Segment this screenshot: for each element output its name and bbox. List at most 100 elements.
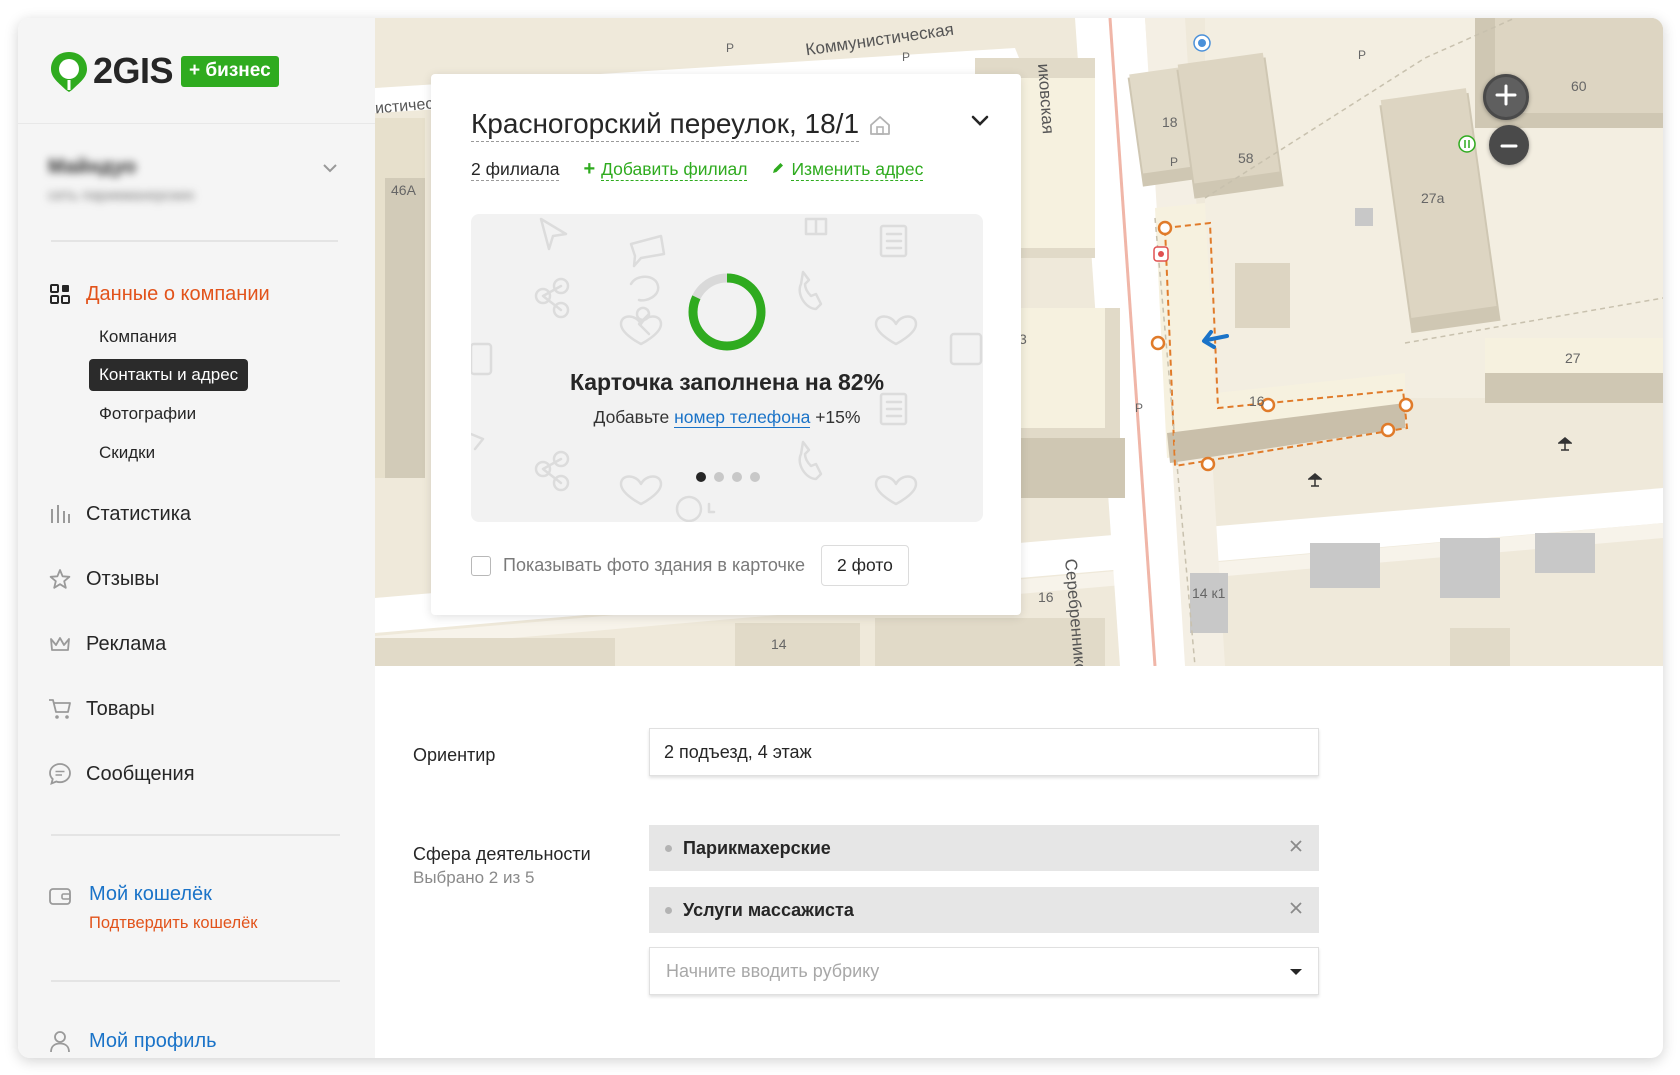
add-phone-link[interactable]: номер телефона — [674, 407, 811, 428]
confirm-wallet-link[interactable]: Подтвердить кошелёк — [89, 914, 257, 933]
account-name: Майндуо — [48, 156, 137, 178]
parking-label: P — [1135, 401, 1144, 415]
user-icon — [48, 1030, 72, 1054]
logo-text: 2GIS — [93, 50, 174, 91]
photos-button[interactable]: 2 фото — [821, 545, 909, 586]
profile-icon-wrap — [48, 1030, 72, 1054]
carousel-dot[interactable] — [732, 472, 742, 482]
chat-bubble-icon — [48, 762, 72, 786]
cart-icon — [48, 697, 72, 721]
nav-messages[interactable]: Сообщения — [48, 762, 195, 786]
playground-icon — [1556, 437, 1574, 456]
house-number: 14 к1 — [1192, 585, 1226, 601]
activity-label: Сфера деятельности — [413, 844, 591, 864]
sub-item-discounts[interactable]: Скидки — [89, 437, 165, 469]
chevron-down-icon[interactable] — [322, 160, 338, 178]
branches-link[interactable]: 2 филиала — [471, 159, 560, 181]
close-icon[interactable] — [1289, 837, 1303, 858]
divider — [51, 980, 340, 982]
address-title: Красногорский переулок, 18/1 — [471, 108, 860, 142]
building-icon — [869, 115, 891, 135]
map[interactable]: Коммунистическая Серебренниковская иковс… — [375, 18, 1663, 666]
my-wallet-link[interactable]: Мой кошелёк — [89, 883, 212, 906]
house-number: 27 — [1565, 350, 1581, 366]
plus-icon — [1495, 84, 1517, 111]
sub-item-photos[interactable]: Фотографии — [89, 398, 206, 430]
activity-chip: Парикмахерские — [649, 825, 1319, 871]
business-badge: + бизнес — [181, 55, 279, 87]
nav-products[interactable]: Товары — [48, 697, 155, 721]
house-number: 16 — [1249, 393, 1265, 409]
completion-title: Карточка заполнена на 82% — [569, 369, 885, 395]
show-building-photo-label[interactable]: Показывать фото здания в карточке — [503, 555, 805, 576]
nav-statistics[interactable]: Статистика — [48, 502, 191, 526]
logo[interactable]: 2GIS + бизнес — [49, 50, 279, 92]
nav-products-label: Товары — [86, 697, 155, 720]
house-number: 18 — [1162, 114, 1178, 130]
house-number: 46А — [391, 182, 416, 198]
house-number: 58 — [1238, 150, 1254, 166]
landmark-label: Ориентир — [413, 745, 496, 765]
house-number: 14 — [771, 636, 787, 652]
nav-reviews[interactable]: Отзывы — [48, 567, 159, 591]
nav-advertising[interactable]: Реклама — [48, 632, 166, 656]
show-building-photo-checkbox[interactable] — [471, 555, 491, 576]
sub-item-contacts[interactable]: Контакты и адрес — [89, 359, 249, 391]
account-subtitle: сеть парикмахерских — [48, 187, 195, 204]
nav-statistics-label: Статистика — [86, 502, 192, 525]
poi-icon[interactable] — [1193, 34, 1211, 57]
address-card: Красногорский переулок, 18/1 2 филиала +… — [431, 74, 1021, 615]
nav-company-data[interactable]: Данные о компании — [48, 282, 270, 306]
carousel-dot[interactable] — [750, 472, 760, 482]
change-address-link[interactable]: Изменить адрес — [791, 159, 924, 181]
carousel-dot[interactable] — [714, 472, 724, 482]
caret-down-icon — [1290, 969, 1302, 975]
activity-chip-label: Услуги массажиста — [683, 899, 854, 920]
house-number: 27а — [1421, 190, 1445, 206]
parking-label: P — [902, 50, 911, 64]
completion-ring — [688, 273, 766, 351]
card-links: 2 филиала + Добавить филиал Изменить адр… — [471, 158, 924, 181]
bullet-icon — [665, 906, 672, 914]
restaurant-poi-icon[interactable] — [1458, 135, 1476, 158]
sub-item-company[interactable]: Компания — [89, 321, 187, 353]
nav-advertising-label: Реклама — [86, 632, 167, 655]
nav-reviews-label: Отзывы — [86, 567, 160, 590]
carousel-dots — [696, 472, 760, 482]
poi-icon[interactable] — [1153, 246, 1169, 267]
app-window: 2GIS + бизнес Майндуо сеть парикмахерски… — [18, 18, 1663, 1058]
close-icon[interactable] — [1289, 899, 1303, 920]
divider — [51, 240, 338, 242]
zoom-in-button[interactable] — [1483, 74, 1529, 120]
account-switcher[interactable]: Майндуо сеть парикмахерских — [48, 156, 338, 204]
landmark-input[interactable]: 2 подъезд, 4 этаж — [649, 728, 1319, 776]
crown-icon — [48, 632, 72, 656]
my-profile-link[interactable]: Мой профиль — [89, 1030, 217, 1053]
zoom-out-button[interactable] — [1489, 125, 1529, 165]
playground-icon — [1306, 473, 1324, 492]
carousel-dot[interactable] — [696, 472, 706, 482]
pencil-icon — [771, 159, 785, 180]
hint-suffix: +15% — [810, 407, 861, 427]
rubric-select[interactable]: Начните вводить рубрику — [649, 947, 1319, 995]
parking-label: P — [1358, 48, 1367, 62]
nav-company-data-label: Данные о компании — [86, 282, 270, 305]
rubric-placeholder: Начните вводить рубрику — [666, 961, 880, 981]
chevron-down-icon[interactable] — [971, 114, 989, 132]
parking-label: P — [1170, 155, 1179, 169]
wallet-icon — [48, 884, 72, 908]
minus-icon — [1500, 136, 1518, 154]
sidebar: 2GIS + бизнес Майндуо сеть парикмахерски… — [18, 18, 375, 1058]
grid-icon — [48, 282, 72, 306]
add-branch-link[interactable]: Добавить филиал — [601, 159, 748, 181]
card-title[interactable]: Красногорский переулок, 18/1 — [471, 108, 891, 142]
star-icon — [48, 567, 72, 591]
building-photo-row: Показывать фото здания в карточке 2 фото — [471, 545, 909, 586]
logo-pin-icon — [49, 50, 89, 92]
house-number: 60 — [1571, 78, 1587, 94]
activity-chip: Услуги массажиста — [649, 887, 1319, 933]
bullet-icon — [665, 844, 672, 852]
plus-icon: + — [583, 158, 596, 180]
wallet-icon-wrap — [48, 884, 72, 908]
activity-count: Выбрано 2 из 5 — [413, 868, 535, 887]
